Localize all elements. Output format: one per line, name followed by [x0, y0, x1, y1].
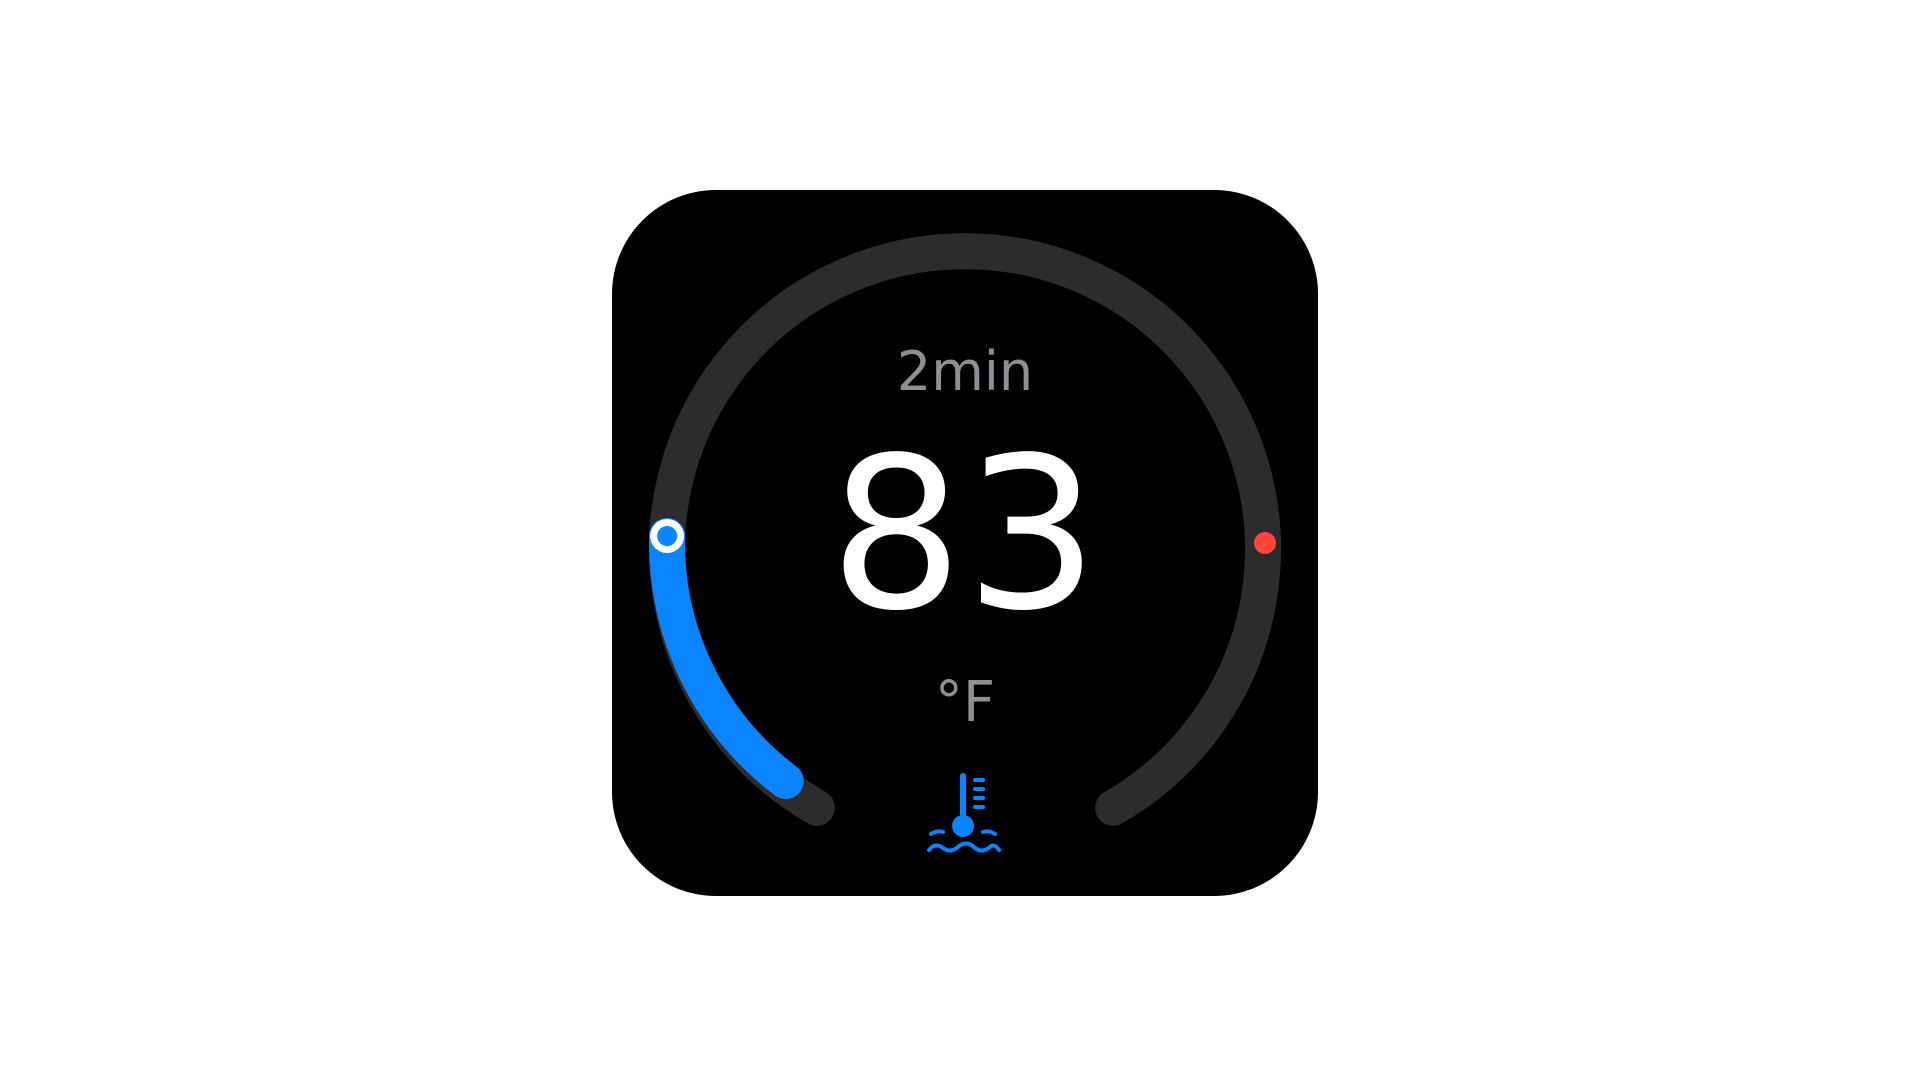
- water-thermometer-icon: [927, 773, 1001, 853]
- duration-label: 2min: [896, 340, 1034, 403]
- water-heater-widget[interactable]: 2min 83 °F: [612, 190, 1318, 896]
- temperature-unit: °F: [934, 670, 996, 735]
- temperature-value: 83: [829, 412, 1101, 657]
